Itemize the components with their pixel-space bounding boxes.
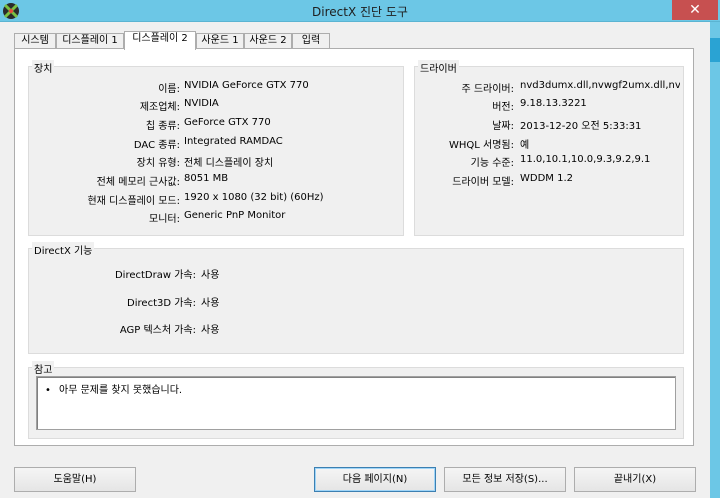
notes-item-text: 아무 문제를 찾지 못했습니다. [59,385,183,396]
directdraw-label: DirectDraw 가속: [114,270,196,281]
total-memory-value: 8051 MB [184,173,229,184]
feature-levels-value: 11.0,10.1,10.0,9.3,9.2,9.1 [520,154,651,165]
tab-display-1[interactable]: 디스플레이 1 [56,33,124,49]
notes-title: 참고 [32,361,55,376]
device-name-value: NVIDIA GeForce GTX 770 [184,80,309,91]
resize-notch [710,38,720,62]
tab-sound-2[interactable]: 사운드 2 [244,33,292,49]
chip-type-value: GeForce GTX 770 [184,117,271,128]
device-type-label: 장치 유형: [136,158,180,169]
directx-features-title: DirectX 기능 [32,242,95,257]
tab-sound-1[interactable]: 사운드 1 [196,33,244,49]
exit-button[interactable]: 끝내기(X) [574,467,696,492]
driver-version-value: 9.18.13.3221 [520,98,587,109]
display-mode-value: 1920 x 1080 (32 bit) (60Hz) [184,192,324,203]
direct3d-label: Direct3D 가속: [127,298,196,309]
total-memory-label: 전체 메모리 근사값: [96,177,180,188]
dac-type-label: DAC 종류: [133,140,180,151]
chip-type-label: 칩 종류: [145,121,180,132]
monitor-value: Generic PnP Monitor [184,210,286,221]
driver-version-label: 버전: [492,102,514,113]
manufacturer-label: 제조업체: [139,102,180,113]
main-driver-label: 주 드라이버: [461,84,514,95]
display-mode-label: 현재 디스플레이 모드: [87,196,180,207]
whql-label: WHQL 서명됨: [449,140,514,151]
driver-model-label: 드라이버 모델: [452,177,514,188]
device-group-title: 장치 [32,60,55,75]
next-page-button[interactable]: 다음 페이지(N) [314,467,436,492]
agp-value: 사용 [201,325,220,336]
help-button[interactable]: 도움말(H) [14,467,136,492]
bullet-icon: • [45,385,51,396]
agp-label: AGP 텍스처 가속: [119,325,196,336]
directdraw-value: 사용 [201,270,220,281]
save-all-info-button[interactable]: 모든 정보 저장(S)... [444,467,566,492]
device-name-label: 이름: [158,84,180,95]
manufacturer-value: NVIDIA [184,98,219,109]
window-title: DirectX 진단 도구 [312,5,408,19]
driver-model-value: WDDM 1.2 [520,173,573,184]
driver-date-value: 2013-12-20 오전 5:33:31 [520,121,642,132]
notes-item: • 아무 문제를 찾지 못했습니다. [45,381,182,396]
dac-type-value: Integrated RAMDAC [184,136,283,147]
tab-system[interactable]: 시스템 [14,33,56,49]
direct3d-value: 사용 [201,298,220,309]
whql-value: 예 [520,140,530,151]
tab-display-2[interactable]: 디스플레이 2 [124,31,196,50]
main-driver-value: nvd3dumx.dll,nvwgf2umx.dll,nvwg [520,80,680,91]
window-right-edge [710,22,720,498]
tab-input[interactable]: 입력 [292,33,330,49]
driver-date-label: 날짜: [492,121,514,132]
close-button[interactable]: ✕ [672,0,718,20]
feature-levels-label: 기능 수준: [470,158,514,169]
driver-group-title: 드라이버 [418,60,459,75]
title-bar[interactable]: DirectX 진단 도구 ✕ [0,0,720,22]
notes-textbox[interactable]: • 아무 문제를 찾지 못했습니다. [36,376,676,430]
monitor-label: 모니터: [149,214,180,225]
device-type-value: 전체 디스플레이 장치 [184,158,274,169]
